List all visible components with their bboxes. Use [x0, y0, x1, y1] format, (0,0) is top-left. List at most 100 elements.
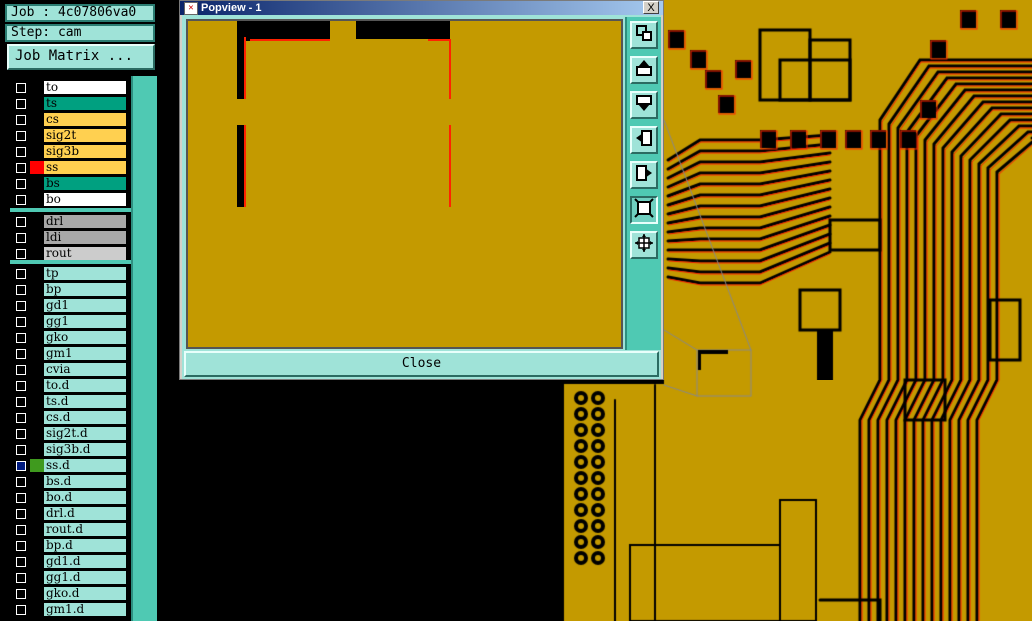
layer-checkbox[interactable]	[16, 493, 26, 503]
close-icon[interactable]: X	[643, 1, 659, 14]
layer-row-sig3b-d[interactable]: sig3b.d	[12, 442, 134, 457]
layer-color-swatch[interactable]	[30, 539, 44, 552]
layer-name[interactable]: sig2t.d	[44, 427, 126, 440]
layer-name[interactable]: bo.d	[44, 491, 126, 504]
layer-name[interactable]: gko.d	[44, 587, 126, 600]
layer-name[interactable]: cvia	[44, 363, 126, 376]
layer-row-tp[interactable]: tp	[12, 266, 134, 281]
layer-name[interactable]: gd1.d	[44, 555, 126, 568]
layer-checkbox[interactable]	[16, 217, 26, 227]
pan-left-button[interactable]	[630, 126, 658, 154]
layer-checkbox[interactable]	[16, 301, 26, 311]
layer-name[interactable]: gd1	[44, 299, 126, 312]
layer-checkbox[interactable]	[16, 233, 26, 243]
layer-checkbox[interactable]	[16, 381, 26, 391]
layer-row-bs-d[interactable]: bs.d	[12, 474, 134, 489]
layer-row-gd1-d[interactable]: gd1.d	[12, 554, 134, 569]
layer-checkbox[interactable]	[16, 509, 26, 519]
layer-color-swatch[interactable]	[30, 555, 44, 568]
layer-checkbox[interactable]	[16, 317, 26, 327]
layer-name[interactable]: gm1	[44, 347, 126, 360]
layer-color-swatch[interactable]	[30, 113, 44, 126]
layer-name[interactable]: sig2t	[44, 129, 126, 142]
layer-color-swatch[interactable]	[30, 193, 44, 206]
layer-row-gko[interactable]: gko	[12, 330, 134, 345]
layer-name[interactable]: drl.d	[44, 507, 126, 520]
layer-row-ss[interactable]: ss	[12, 160, 134, 175]
layer-color-swatch[interactable]	[30, 231, 44, 244]
layer-checkbox[interactable]	[16, 131, 26, 141]
layer-color-swatch[interactable]	[30, 331, 44, 344]
layer-checkbox[interactable]	[16, 269, 26, 279]
layer-name[interactable]: to.d	[44, 379, 126, 392]
layer-row-gg1-d[interactable]: gg1.d	[12, 570, 134, 585]
layer-row-rout[interactable]: rout	[12, 246, 134, 261]
layer-checkbox[interactable]	[16, 163, 26, 173]
zoom-home-button[interactable]	[630, 21, 658, 49]
layer-name[interactable]: to	[44, 81, 126, 94]
close-button[interactable]: Close	[184, 351, 659, 377]
layer-name[interactable]: ts	[44, 97, 126, 110]
layer-color-swatch[interactable]	[30, 587, 44, 600]
pan-down-button[interactable]	[630, 91, 658, 119]
layer-checkbox[interactable]	[16, 83, 26, 93]
layer-row-cvia[interactable]: cvia	[12, 362, 134, 377]
layer-row-gg1[interactable]: gg1	[12, 314, 134, 329]
layer-row-gd1[interactable]: gd1	[12, 298, 134, 313]
layer-checkbox[interactable]	[16, 589, 26, 599]
layer-name[interactable]: tp	[44, 267, 126, 280]
layer-row-gm1-d[interactable]: gm1.d	[12, 602, 134, 617]
layer-color-swatch[interactable]	[30, 363, 44, 376]
layer-row-ldi[interactable]: ldi	[12, 230, 134, 245]
layer-name[interactable]: sig3b.d	[44, 443, 126, 456]
layer-name[interactable]: ldi	[44, 231, 126, 244]
layer-checkbox[interactable]	[16, 605, 26, 615]
layer-checkbox[interactable]	[16, 429, 26, 439]
layer-name[interactable]: ts.d	[44, 395, 126, 408]
layer-checkbox[interactable]	[16, 477, 26, 487]
layer-checkbox[interactable]	[16, 413, 26, 423]
layer-checkbox[interactable]	[16, 147, 26, 157]
layer-row-to-d[interactable]: to.d	[12, 378, 134, 393]
layer-color-swatch[interactable]	[30, 347, 44, 360]
layer-row-bo-d[interactable]: bo.d	[12, 490, 134, 505]
layer-checkbox[interactable]	[16, 179, 26, 189]
layer-name[interactable]: drl	[44, 215, 126, 228]
layer-row-drl[interactable]: drl	[12, 214, 134, 229]
layer-checkbox[interactable]	[16, 349, 26, 359]
layer-name[interactable]: sig3b	[44, 145, 126, 158]
layer-name[interactable]: gg1	[44, 315, 126, 328]
layer-color-swatch[interactable]	[30, 283, 44, 296]
layer-color-swatch[interactable]	[30, 81, 44, 94]
layer-checkbox[interactable]	[16, 557, 26, 567]
layer-checkbox[interactable]	[16, 115, 26, 125]
layer-row-sig2t-d[interactable]: sig2t.d	[12, 426, 134, 441]
zoom-fit-button[interactable]	[630, 196, 658, 224]
layer-color-swatch[interactable]	[30, 427, 44, 440]
layer-row-bp-d[interactable]: bp.d	[12, 538, 134, 553]
layer-row-cs-d[interactable]: cs.d	[12, 410, 134, 425]
layer-color-swatch[interactable]	[30, 475, 44, 488]
layer-name[interactable]: cs.d	[44, 411, 126, 424]
layer-row-ts[interactable]: ts	[12, 96, 134, 111]
layer-row-gko-d[interactable]: gko.d	[12, 586, 134, 601]
layer-checkbox[interactable]	[16, 525, 26, 535]
layer-row-gm1[interactable]: gm1	[12, 346, 134, 361]
layer-color-swatch[interactable]	[30, 571, 44, 584]
layer-checkbox[interactable]	[16, 285, 26, 295]
layer-color-swatch[interactable]	[30, 299, 44, 312]
layer-color-swatch[interactable]	[30, 161, 44, 174]
layer-name[interactable]: cs	[44, 113, 126, 126]
layer-color-swatch[interactable]	[30, 443, 44, 456]
layer-checkbox[interactable]	[16, 249, 26, 259]
layer-row-sig2t[interactable]: sig2t	[12, 128, 134, 143]
layer-name[interactable]: gm1.d	[44, 603, 126, 616]
layer-name[interactable]: rout.d	[44, 523, 126, 536]
layer-color-swatch[interactable]	[30, 459, 44, 472]
layer-checkbox[interactable]	[16, 99, 26, 109]
pan-up-button[interactable]	[630, 56, 658, 84]
layer-color-swatch[interactable]	[30, 315, 44, 328]
layer-checkbox[interactable]	[16, 445, 26, 455]
layer-row-bs[interactable]: bs	[12, 176, 134, 191]
layer-color-swatch[interactable]	[30, 523, 44, 536]
